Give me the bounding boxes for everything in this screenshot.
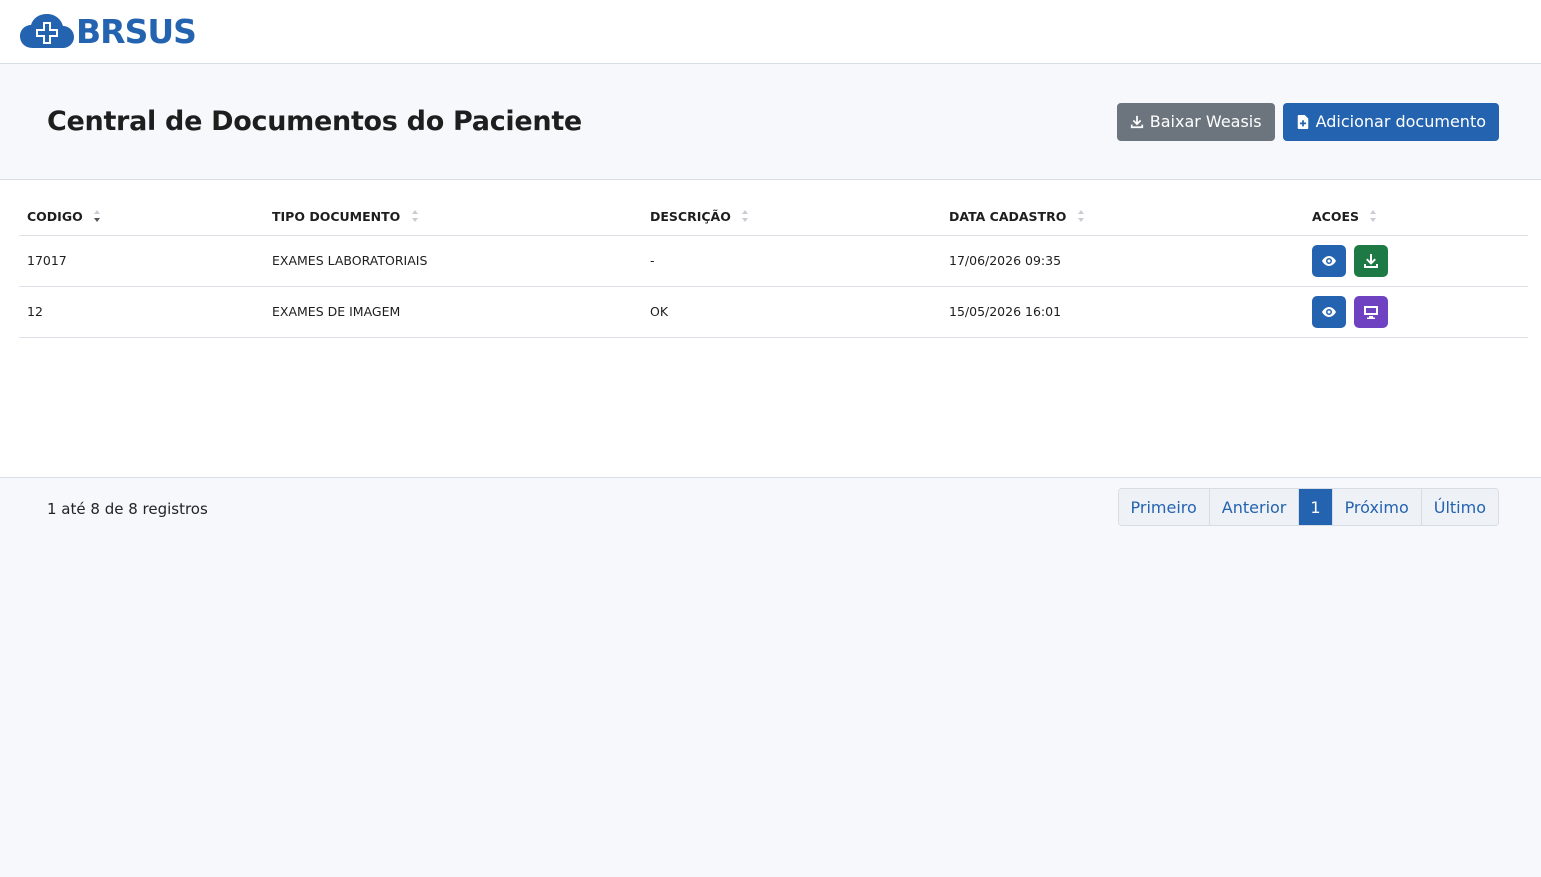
download-document-button[interactable] bbox=[1354, 244, 1388, 277]
sort-icon bbox=[411, 209, 419, 226]
download-icon bbox=[1364, 253, 1378, 268]
table-header-row: CODIGO TIPO DOCUMENTO DESCRIÇÃO DATA CAD… bbox=[19, 200, 1528, 236]
view-eye-icon bbox=[1322, 255, 1336, 266]
pagination: Primeiro Anterior 1 Próximo Último bbox=[1117, 488, 1499, 526]
documents-table: CODIGO TIPO DOCUMENTO DESCRIÇÃO DATA CAD… bbox=[19, 200, 1528, 338]
medical-cross-cloud-icon bbox=[20, 13, 74, 48]
download-icon bbox=[1130, 115, 1143, 128]
sort-desc-icon bbox=[93, 209, 101, 226]
table-row: 12 EXAMES DE IMAGEM OK 15/05/2026 16:01 bbox=[19, 286, 1528, 338]
cell-tipo-documento: EXAMES DE IMAGEM bbox=[264, 286, 642, 338]
table-row: 17017 EXAMES LABORATORIAIS - 17/06/2026 … bbox=[19, 235, 1528, 287]
view-eye-icon bbox=[1322, 306, 1336, 317]
column-header-codigo[interactable]: CODIGO bbox=[19, 200, 264, 236]
cell-data-cadastro: 17/06/2026 09:35 bbox=[941, 235, 1304, 287]
column-header-descricao[interactable]: DESCRIÇÃO bbox=[642, 200, 941, 236]
pagination-next[interactable]: Próximo bbox=[1332, 489, 1422, 525]
cell-descricao: - bbox=[642, 235, 941, 287]
documents-table-container: CODIGO TIPO DOCUMENTO DESCRIÇÃO DATA CAD… bbox=[0, 180, 1541, 478]
cell-codigo: 12 bbox=[19, 286, 264, 338]
cell-acoes bbox=[1304, 235, 1528, 287]
table-footer: 1 até 8 de 8 registros Primeiro Anterior… bbox=[0, 478, 1541, 526]
add-document-button[interactable]: Adicionar documento bbox=[1282, 102, 1499, 141]
top-navbar: BRSUS bbox=[0, 0, 1541, 64]
download-weasis-label: Baixar Weasis bbox=[1149, 112, 1262, 131]
header-actions: Baixar Weasis Adicionar documento bbox=[1116, 102, 1499, 141]
cell-data-cadastro: 15/05/2026 16:01 bbox=[941, 286, 1304, 338]
pagination-current-page[interactable]: 1 bbox=[1299, 489, 1333, 525]
column-header-tipo-documento[interactable]: TIPO DOCUMENTO bbox=[264, 200, 642, 236]
monitor-icon bbox=[1364, 305, 1378, 319]
view-document-button[interactable] bbox=[1312, 244, 1346, 277]
cell-codigo: 17017 bbox=[19, 235, 264, 287]
page-title: Central de Documentos do Paciente bbox=[47, 106, 582, 137]
file-plus-icon bbox=[1297, 114, 1308, 129]
cell-descricao: OK bbox=[642, 286, 941, 338]
page-header: Central de Documentos do Paciente Baixar… bbox=[0, 64, 1541, 180]
column-header-acoes[interactable]: ACOES bbox=[1304, 200, 1528, 236]
pagination-last[interactable]: Último bbox=[1421, 489, 1498, 525]
records-info: 1 até 8 de 8 registros bbox=[47, 500, 208, 518]
pagination-previous[interactable]: Anterior bbox=[1209, 489, 1300, 525]
sort-icon bbox=[1369, 209, 1377, 226]
column-header-data-cadastro[interactable]: DATA CADASTRO bbox=[941, 200, 1304, 236]
sort-icon bbox=[1077, 209, 1085, 226]
open-viewer-button[interactable] bbox=[1354, 295, 1388, 328]
cell-tipo-documento: EXAMES LABORATORIAIS bbox=[264, 235, 642, 287]
cell-acoes bbox=[1304, 286, 1528, 338]
add-document-label: Adicionar documento bbox=[1315, 112, 1486, 131]
view-document-button[interactable] bbox=[1312, 295, 1346, 328]
sort-icon bbox=[741, 209, 749, 226]
download-weasis-button[interactable]: Baixar Weasis bbox=[1116, 102, 1275, 141]
pagination-first[interactable]: Primeiro bbox=[1118, 489, 1210, 525]
brand-name: BRSUS bbox=[76, 12, 197, 51]
brand-logo[interactable]: BRSUS bbox=[20, 12, 197, 51]
